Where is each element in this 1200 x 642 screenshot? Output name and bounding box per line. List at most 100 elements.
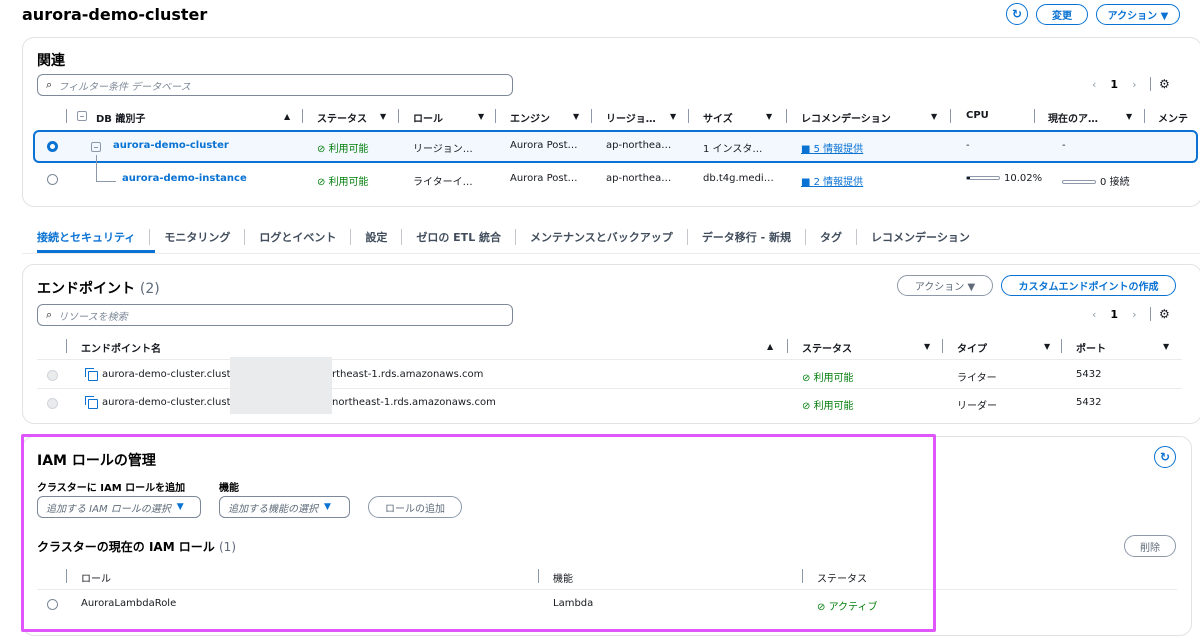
refresh-icon[interactable]: ↻ — [1154, 446, 1176, 468]
collapse-icon[interactable] — [91, 142, 101, 152]
sort-asc-icon[interactable]: ▲ — [284, 112, 290, 121]
region-cell: ap-northea… — [606, 140, 672, 151]
next-page-icon[interactable]: › — [1132, 308, 1136, 321]
current-activity-cell: 0 接続 — [1062, 173, 1130, 188]
col-role[interactable]: ロール — [413, 110, 443, 125]
gear-icon[interactable]: ⚙ — [1159, 307, 1170, 321]
endpoint-type: リーダー — [957, 401, 997, 412]
col-recommendation[interactable]: レコメンデーション — [801, 110, 891, 125]
refresh-icon[interactable]: ↻ — [1006, 3, 1028, 25]
detail-tabs: 接続とセキュリティ モニタリング ログとイベント 設定 ゼロの ETL 統合 メンテナンス… — [37, 226, 984, 248]
tab-2[interactable]: ログとイベント — [245, 229, 352, 245]
related-heading: 関連 — [37, 53, 65, 69]
connections-bar — [1062, 180, 1096, 184]
col-current-activity[interactable]: 現在のア… — [1048, 110, 1098, 125]
cpu-cell: - — [966, 140, 970, 151]
highlight-annotation — [21, 434, 936, 632]
size-cell: db.t4g.medi… — [703, 173, 774, 184]
col-size[interactable]: サイズ — [703, 110, 733, 125]
related-pager[interactable]: ‹ 1 › — [1092, 78, 1136, 91]
tab-0[interactable]: 接続とセキュリティ — [37, 229, 151, 245]
endpoint-name: aurora-demo-cluster.cluster — [102, 369, 241, 380]
tab-1[interactable]: モニタリング — [150, 229, 246, 245]
db-identifier-link[interactable]: aurora-demo-instance — [122, 173, 247, 184]
recommendation-link[interactable]: ■ 2 情報提供 — [801, 173, 863, 188]
sort-asc-icon[interactable]: ▲ — [767, 342, 773, 351]
tab-7[interactable]: タグ — [806, 229, 858, 245]
row-radio-disabled — [47, 370, 58, 381]
create-custom-endpoint-button[interactable]: カスタムエンドポイントの作成 — [1001, 275, 1176, 296]
col-type[interactable]: タイプ — [957, 340, 987, 355]
sort-icon[interactable]: ▼ — [924, 342, 930, 351]
page-title: aurora-demo-cluster — [22, 5, 208, 24]
resource-search-input[interactable]: ⌕ リソースを検索 — [37, 304, 513, 326]
copy-icon[interactable] — [85, 368, 98, 381]
prev-page-icon[interactable]: ‹ — [1092, 78, 1096, 91]
row-radio-disabled — [47, 398, 58, 409]
next-page-icon[interactable]: › — [1132, 78, 1136, 91]
search-icon: ⌕ — [46, 308, 53, 321]
status-badge: ⊘ 利用可能 — [317, 144, 369, 155]
role-cell: ライターイ… — [413, 177, 473, 188]
endpoint-actions-button[interactable]: アクション ▼ — [897, 275, 993, 296]
col-status[interactable]: ステータス — [802, 340, 852, 355]
current-activity-cell: - — [1062, 140, 1066, 151]
prev-page-icon[interactable]: ‹ — [1092, 308, 1096, 321]
sort-icon[interactable]: ▼ — [1163, 342, 1169, 351]
sort-icon[interactable]: ▼ — [573, 112, 579, 121]
engine-cell: Aurora Post… — [510, 173, 578, 184]
status-badge: ⊘ 利用可能 — [317, 177, 369, 188]
cpu-bar — [966, 176, 1000, 180]
collapse-all-icon[interactable] — [77, 111, 87, 121]
engine-cell: Aurora Post… — [510, 140, 578, 151]
cpu-cell: 10.02% — [966, 173, 1042, 184]
row-radio[interactable] — [47, 174, 58, 185]
search-icon: ⌕ — [46, 78, 53, 91]
gear-icon[interactable]: ⚙ — [1159, 77, 1170, 91]
tab-3[interactable]: 設定 — [351, 229, 403, 245]
sort-icon[interactable]: ▼ — [1126, 112, 1132, 121]
page-number[interactable]: 1 — [1110, 308, 1118, 321]
role-cell: リージョン… — [413, 144, 473, 155]
endpoint-port: 5432 — [1076, 369, 1102, 380]
tab-8[interactable]: レコメンデーション — [857, 229, 984, 245]
page-number[interactable]: 1 — [1110, 78, 1118, 91]
tab-6[interactable]: データ移行 - 新規 — [688, 229, 807, 245]
sort-icon[interactable]: ▼ — [1044, 342, 1050, 351]
actions-button[interactable]: アクション ▼ — [1096, 4, 1180, 25]
col-status[interactable]: ステータス — [317, 110, 367, 125]
col-engine[interactable]: エンジン — [510, 110, 550, 125]
endpoint-name: northeast-1.rds.amazonaws.com — [332, 397, 496, 408]
endpoint-port: 5432 — [1076, 397, 1102, 408]
status-badge: ⊘ 利用可能 — [802, 401, 854, 412]
delete-button[interactable]: 削除 — [1124, 535, 1176, 557]
sort-icon[interactable]: ▼ — [931, 112, 937, 121]
col-region[interactable]: リージョ… — [606, 110, 656, 125]
tab-5[interactable]: メンテナンスとバックアップ — [516, 229, 688, 245]
endpoints-heading: エンドポイント (2) — [37, 281, 160, 297]
endpoint-name: aurora-demo-cluster.cluster — [102, 397, 241, 408]
sort-icon[interactable]: ▼ — [380, 112, 386, 121]
col-cpu[interactable]: CPU — [966, 110, 989, 121]
endpoints-pager[interactable]: ‹ 1 › — [1092, 308, 1136, 321]
endpoint-name: rtheast-1.rds.amazonaws.com — [332, 369, 484, 380]
db-identifier-link[interactable]: aurora-demo-cluster — [113, 140, 229, 151]
col-db-id[interactable]: DB 識別子 — [96, 110, 145, 125]
row-radio-selected[interactable] — [47, 141, 58, 152]
sort-icon[interactable]: ▼ — [670, 112, 676, 121]
sort-icon[interactable]: ▼ — [478, 112, 484, 121]
filter-placeholder: フィルター条件 データベース — [58, 81, 191, 93]
col-endpoint-name[interactable]: エンドポイント名 — [81, 340, 161, 355]
tab-4[interactable]: ゼロの ETL 統合 — [402, 229, 517, 245]
copy-icon[interactable] — [85, 396, 98, 409]
filter-database-input[interactable]: ⌕ フィルター条件 データベース — [37, 74, 513, 96]
modify-button[interactable]: 変更 — [1036, 4, 1088, 25]
search-placeholder: リソースを検索 — [58, 311, 128, 323]
endpoint-type: ライター — [957, 373, 997, 384]
sort-icon[interactable]: ▼ — [766, 112, 772, 121]
col-port[interactable]: ポート — [1076, 340, 1106, 355]
redacted-region — [230, 357, 332, 414]
recommendation-link[interactable]: ■ 5 情報提供 — [801, 140, 863, 155]
col-maintenance[interactable]: メンテ — [1158, 110, 1188, 125]
status-badge: ⊘ 利用可能 — [802, 373, 854, 384]
